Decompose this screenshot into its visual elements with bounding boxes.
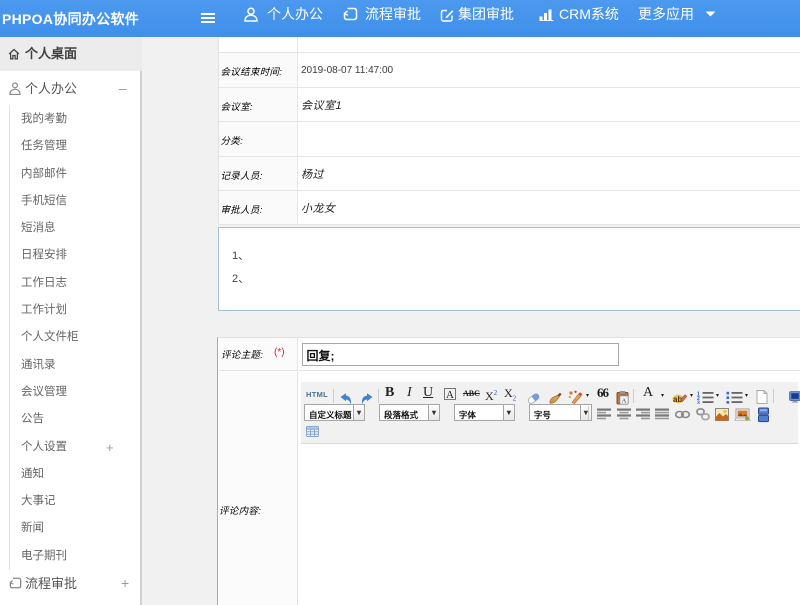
- svg-text:A: A: [622, 398, 627, 405]
- svg-text:3: 3: [697, 400, 700, 404]
